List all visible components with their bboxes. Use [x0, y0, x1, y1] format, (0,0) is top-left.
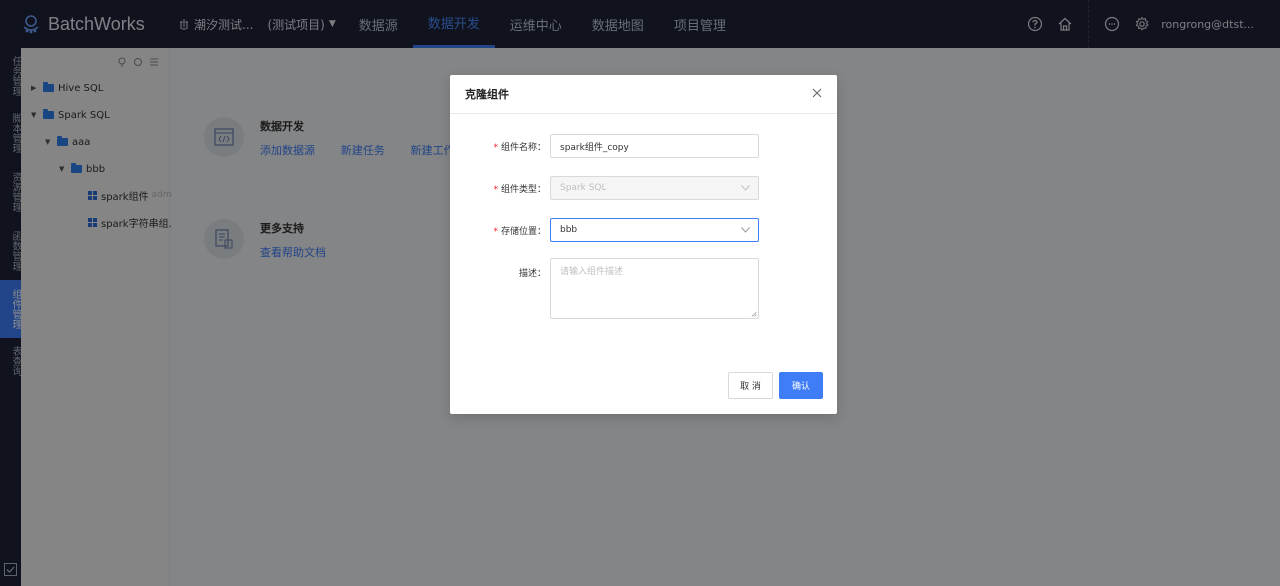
cancel-button[interactable]: 取 消: [728, 372, 773, 399]
type-label: * 组件类型：: [493, 184, 546, 195]
name-label: * 组件名称：: [493, 142, 546, 153]
chevron-down-icon: [741, 227, 750, 233]
component-type-value: Spark SQL: [560, 183, 607, 193]
modal-title: 克隆组件: [450, 75, 837, 114]
description-row: 描述： 请输入组件描述: [450, 258, 759, 319]
component-name-input[interactable]: spark组件_copy: [550, 134, 759, 158]
name-row: * 组件名称： spark组件_copy: [450, 134, 759, 158]
close-icon[interactable]: [812, 88, 822, 98]
type-row: * 组件类型： Spark SQL: [450, 176, 759, 200]
description-placeholder: 请输入组件描述: [560, 267, 624, 277]
clone-component-modal: 克隆组件 * 组件名称： spark组件_copy * 组件类型： Spark SQ…: [450, 75, 837, 414]
description-label: 描述：: [518, 269, 546, 279]
resize-grip-icon[interactable]: [751, 311, 757, 317]
location-row: * 存储位置： bbb: [450, 218, 759, 242]
storage-location-value: bbb: [560, 225, 578, 235]
confirm-button[interactable]: 确认: [779, 372, 823, 399]
location-label: * 存储位置：: [493, 226, 546, 237]
component-name-value: spark组件_copy: [560, 142, 629, 153]
chevron-down-icon: [741, 185, 750, 191]
storage-location-select[interactable]: bbb: [550, 218, 759, 242]
description-textarea[interactable]: 请输入组件描述: [550, 258, 759, 319]
component-type-select: Spark SQL: [550, 176, 759, 200]
